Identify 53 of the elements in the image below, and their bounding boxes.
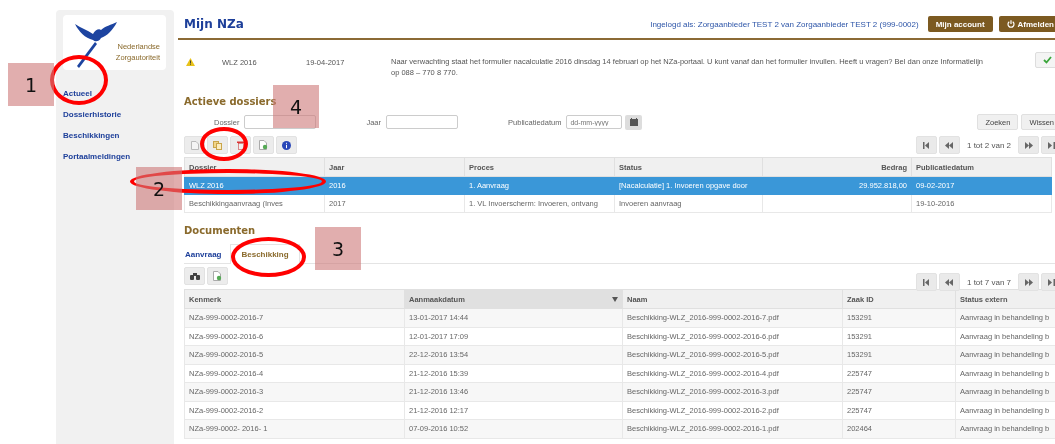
pager-button[interactable] <box>938 273 960 291</box>
previous-page-icon <box>945 278 954 286</box>
pager-text: 1 tot 7 van 7 <box>965 277 1012 287</box>
sidebar-link[interactable]: Beschikkingen <box>63 131 120 140</box>
section-heading: Actieve dossiers <box>184 96 277 109</box>
toolbar-button[interactable] <box>276 136 297 154</box>
header-button[interactable]: Mijn account <box>927 16 993 32</box>
copy-icon <box>213 140 222 150</box>
binoculars-icon <box>189 272 200 280</box>
first-page-icon <box>922 278 930 286</box>
page-title: Mijn NZa <box>184 17 245 31</box>
pager-button[interactable] <box>915 273 937 291</box>
document-icon <box>190 140 199 150</box>
pager-button[interactable] <box>1018 273 1039 291</box>
delete-icon <box>236 140 245 150</box>
text-field[interactable] <box>244 115 317 129</box>
section-heading: Documenten <box>184 225 256 238</box>
power-icon <box>1006 20 1015 28</box>
annotation-label: 3 <box>315 227 361 270</box>
pager-button[interactable] <box>915 136 937 154</box>
pager-text: 1 tot 2 van 2 <box>965 140 1012 150</box>
toolbar-button[interactable] <box>184 267 205 285</box>
last-page-icon <box>1048 278 1055 286</box>
calendar-icon <box>629 118 638 126</box>
tab[interactable]: Beschikking <box>230 244 300 264</box>
warning-icon <box>186 58 195 66</box>
tab[interactable]: Aanvraag <box>184 245 231 263</box>
add-document-icon <box>213 271 222 281</box>
header-button[interactable]: Afmelden <box>998 16 1055 32</box>
annotation-label: 1 <box>8 63 54 106</box>
info-icon <box>282 140 291 150</box>
bird-logo-icon <box>73 20 117 70</box>
table-cell[interactable] <box>762 194 912 213</box>
sidebar-link[interactable]: Dossierhistorie <box>63 110 122 119</box>
next-page-icon <box>1024 278 1033 286</box>
first-page-icon <box>922 141 930 149</box>
text-field[interactable] <box>386 115 459 129</box>
annotation-label: 2 <box>136 167 182 210</box>
annotation-circle <box>50 55 108 105</box>
sidebar-link[interactable]: Portaalmeldingen <box>63 152 131 161</box>
add-document-icon <box>259 140 268 150</box>
logged-in-text: Ingelogd als: Zorgaanbieder TEST 2 van Zorgaanbieder TEST 2 (999-0002) <box>650 19 919 29</box>
previous-page-icon <box>945 141 954 149</box>
pager-button[interactable] <box>938 136 960 154</box>
calendar-button[interactable] <box>625 114 643 130</box>
annotation-circle <box>200 127 248 161</box>
sidebar-link[interactable]: Actueel <box>63 89 92 98</box>
next-page-icon <box>1024 141 1033 149</box>
sort-icon <box>612 296 618 302</box>
confirm-button[interactable] <box>1035 52 1055 68</box>
pager-button[interactable] <box>1018 136 1039 154</box>
check-icon <box>1042 56 1052 64</box>
last-page-icon <box>1048 141 1055 149</box>
